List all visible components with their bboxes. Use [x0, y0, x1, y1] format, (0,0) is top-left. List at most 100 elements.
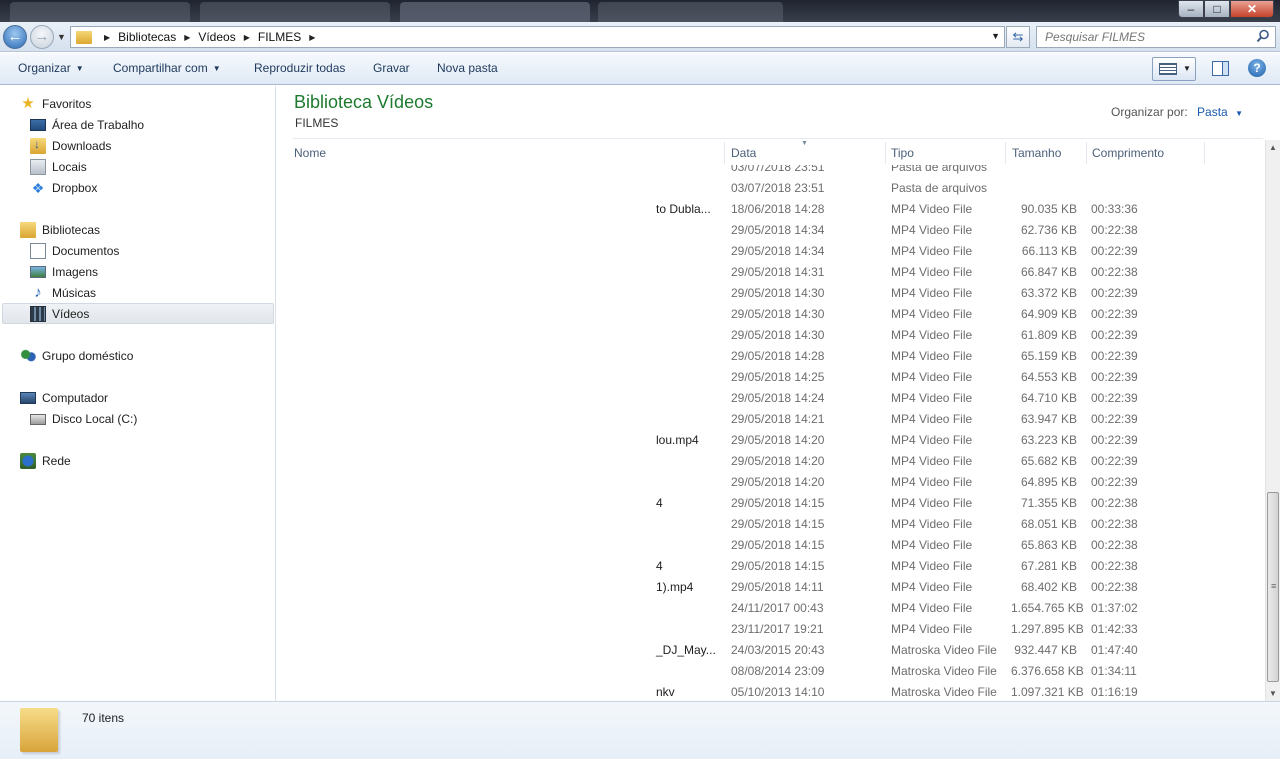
size-cell: 65.863 KB: [1020, 538, 1077, 552]
table-row[interactable]: 29/05/2018 14:34 MP4 Video File 62.736 KB 0…: [293, 220, 1205, 241]
chevron-down-icon: ▼: [75, 64, 84, 73]
chevron-down-icon[interactable]: ▼: [1235, 109, 1243, 118]
sidebar-item-grupo-domestico[interactable]: Grupo doméstico: [20, 346, 133, 366]
table-row[interactable]: 08/08/2014 23:09 Matroska Video File 6.376…: [293, 661, 1205, 682]
table-row[interactable]: 29/05/2018 14:21 MP4 Video File 63.947 KB 0…: [293, 409, 1205, 430]
sidebar-item-rede[interactable]: Rede: [20, 451, 71, 471]
organize-menu-button[interactable]: Organizar ▼: [18, 61, 84, 75]
arrange-by-dropdown[interactable]: Pasta: [1197, 105, 1228, 119]
table-row[interactable]: 29/05/2018 14:20 MP4 Video File 65.682 KB 0…: [293, 451, 1205, 472]
length-cell: 00:22:38: [1091, 538, 1138, 552]
table-row[interactable]: 1).mp4 29/05/2018 14:11 MP4 Video File 68.4…: [293, 577, 1205, 598]
sidebar-item-label: Disco Local (C:): [52, 412, 138, 426]
table-row[interactable]: 29/05/2018 14:28 MP4 Video File 65.159 KB 0…: [293, 346, 1205, 367]
breadcrumb-filmes[interactable]: FILMES: [258, 30, 301, 44]
sidebar-item-imagens[interactable]: Imagens: [30, 262, 98, 282]
background-tab[interactable]: [200, 2, 390, 22]
refresh-button[interactable]: ⇆: [1006, 26, 1030, 48]
column-header-comprimento[interactable]: Comprimento: [1091, 142, 1205, 164]
address-bar[interactable]: ▶ Bibliotecas ▶ Vídeos ▶ FILMES ▶ ▼: [70, 26, 1005, 48]
column-header-data[interactable]: Data: [730, 142, 886, 164]
sidebar-item-musicas[interactable]: ♪ Músicas: [30, 283, 96, 303]
recent-pages-dropdown-icon[interactable]: ▼: [57, 32, 66, 42]
sidebar-item-area-de-trabalho[interactable]: Área de Trabalho: [30, 115, 144, 135]
sidebar-item-locais[interactable]: Locais: [30, 157, 87, 177]
table-row[interactable]: 29/05/2018 14:30 MP4 Video File 61.809 KB 0…: [293, 325, 1205, 346]
new-folder-button[interactable]: Nova pasta: [437, 61, 498, 75]
table-row[interactable]: 29/05/2018 14:31 MP4 Video File 66.847 KB 0…: [293, 262, 1205, 283]
scroll-up-icon[interactable]: ▲: [1269, 143, 1277, 152]
background-tab[interactable]: [10, 2, 190, 22]
folder-icon: [76, 30, 92, 44]
table-row[interactable]: nkv 05/10/2013 14:10 Matroska Video File 1.…: [293, 682, 1205, 701]
table-row[interactable]: 29/05/2018 14:34 MP4 Video File 66.113 KB 0…: [293, 241, 1205, 262]
table-row[interactable]: 29/05/2018 14:15 MP4 Video File 65.863 KB 0…: [293, 535, 1205, 556]
burn-button[interactable]: Gravar: [373, 61, 410, 75]
background-tab[interactable]: [400, 2, 590, 22]
preview-pane-icon[interactable]: [1212, 61, 1229, 76]
sidebar-item-documentos[interactable]: Documentos: [30, 241, 119, 261]
length-cell: 00:22:39: [1091, 391, 1138, 405]
vertical-scrollbar[interactable]: ▲ ≡ ▼: [1265, 140, 1280, 701]
table-row[interactable]: 03/07/2018 23:51 Pasta de arquivos: [293, 165, 1205, 178]
breadcrumb-bibliotecas[interactable]: Bibliotecas: [118, 30, 176, 44]
table-row[interactable]: 29/05/2018 14:30 MP4 Video File 64.909 KB 0…: [293, 304, 1205, 325]
forward-button[interactable]: →: [30, 25, 54, 49]
breadcrumb-chevron-icon[interactable]: ▶: [309, 33, 315, 42]
back-button[interactable]: ←: [3, 25, 27, 49]
breadcrumb-chevron-icon[interactable]: ▶: [184, 33, 190, 42]
table-row[interactable]: lou.mp4 29/05/2018 14:20 MP4 Video File 63.…: [293, 430, 1205, 451]
table-row[interactable]: to Dubla... 18/06/2018 14:28 MP4 Video Fil…: [293, 199, 1205, 220]
table-row[interactable]: _DJ_May... 24/03/2015 20:43 Matroska Video…: [293, 640, 1205, 661]
maximize-button[interactable]: □: [1204, 0, 1230, 18]
date-cell: 29/05/2018 14:30: [731, 307, 825, 321]
chevron-down-icon[interactable]: ▼: [1183, 64, 1191, 73]
date-cell: 29/05/2018 14:15: [731, 517, 825, 531]
table-row[interactable]: 4 29/05/2018 14:15 MP4 Video File 67.281 KB…: [293, 556, 1205, 577]
table-row[interactable]: 24/11/2017 00:43 MP4 Video File 1.654.765 …: [293, 598, 1205, 619]
sidebar-item-label: Bibliotecas: [42, 223, 101, 237]
change-view-button[interactable]: ▼: [1152, 57, 1196, 81]
length-cell: 00:22:39: [1091, 244, 1138, 258]
breadcrumb-videos[interactable]: Vídeos: [198, 30, 235, 44]
column-header-tamanho[interactable]: Tamanho: [1011, 142, 1087, 164]
share-menu-button[interactable]: Compartilhar com ▼: [113, 61, 221, 75]
breadcrumb-chevron-icon[interactable]: ▶: [104, 33, 110, 42]
table-row[interactable]: 29/05/2018 14:15 MP4 Video File 68.051 KB 0…: [293, 514, 1205, 535]
scrollbar-thumb[interactable]: ≡: [1267, 492, 1279, 682]
table-row[interactable]: 29/05/2018 14:20 MP4 Video File 64.895 KB 0…: [293, 472, 1205, 493]
sidebar-item-videos[interactable]: Vídeos: [30, 304, 89, 324]
date-cell: 29/05/2018 14:15: [731, 496, 825, 510]
table-row[interactable]: 29/05/2018 14:30 MP4 Video File 63.372 KB 0…: [293, 283, 1205, 304]
table-row[interactable]: 4 29/05/2018 14:15 MP4 Video File 71.355 KB…: [293, 493, 1205, 514]
date-cell: 29/05/2018 14:34: [731, 244, 825, 258]
sidebar-item-disco-local[interactable]: Disco Local (C:): [30, 409, 137, 429]
sidebar-item-computador[interactable]: Computador: [20, 388, 108, 408]
page-subtitle: FILMES: [295, 116, 339, 130]
sidebar-item-label: Computador: [42, 391, 109, 405]
sidebar-item-downloads[interactable]: Downloads: [30, 136, 111, 156]
computer-icon: [20, 392, 36, 404]
column-header-tipo[interactable]: Tipo: [890, 142, 1006, 164]
sidebar-item-label: Downloads: [52, 139, 112, 153]
minimize-button[interactable]: –: [1178, 0, 1204, 18]
sidebar-item-label: Área de Trabalho: [52, 118, 145, 132]
table-row[interactable]: 29/05/2018 14:24 MP4 Video File 64.710 KB 0…: [293, 388, 1205, 409]
close-button[interactable]: ✕: [1230, 0, 1274, 18]
search-box[interactable]: [1036, 26, 1276, 48]
sidebar-item-bibliotecas[interactable]: Bibliotecas: [20, 220, 100, 240]
sidebar-item-favoritos[interactable]: ★ Favoritos: [20, 94, 91, 114]
table-row[interactable]: 03/07/2018 23:51 Pasta de arquivos: [293, 178, 1205, 199]
breadcrumb-chevron-icon[interactable]: ▶: [244, 33, 250, 42]
search-icon[interactable]: [1256, 29, 1270, 43]
table-row[interactable]: 23/11/2017 19:21 MP4 Video File 1.297.895 …: [293, 619, 1205, 640]
sidebar-item-dropbox[interactable]: ❖ Dropbox: [30, 178, 98, 198]
table-row[interactable]: 29/05/2018 14:25 MP4 Video File 64.553 KB 0…: [293, 367, 1205, 388]
scroll-down-icon[interactable]: ▼: [1269, 689, 1277, 698]
column-header-nome[interactable]: Nome: [293, 142, 725, 164]
background-tab[interactable]: [598, 2, 783, 22]
play-all-button[interactable]: Reproduzir todas: [254, 61, 345, 75]
search-input[interactable]: [1037, 27, 1247, 47]
address-dropdown-icon[interactable]: ▼: [991, 31, 1000, 41]
help-icon[interactable]: ?: [1248, 59, 1266, 77]
